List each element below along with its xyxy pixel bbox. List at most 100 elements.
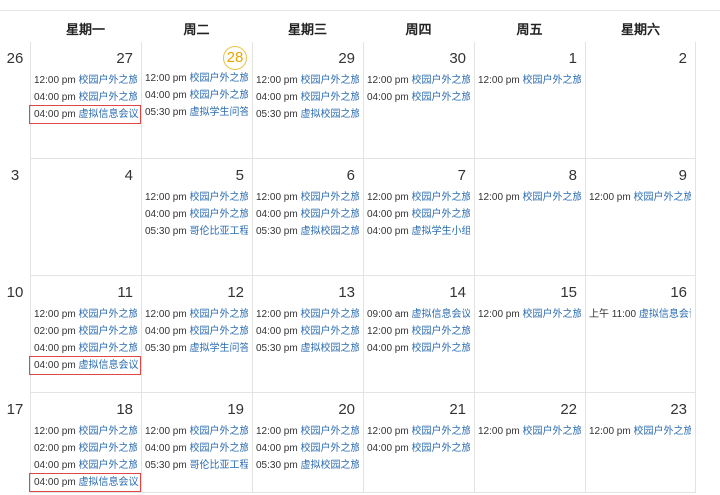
day-cell[interactable]: 7 12:00 pm 校园户外之旅 04:00 pm 校园户外之旅 04:00 pm … xyxy=(363,159,474,276)
calendar-event[interactable]: 12:00 pm 校园户外之旅 xyxy=(588,189,691,206)
date-number[interactable]: 8 xyxy=(477,167,581,189)
day-cell[interactable]: 29 12:00 pm 校园户外之旅 04:00 pm 校园户外之旅 05:30 pm… xyxy=(252,42,363,159)
calendar-event[interactable]: 12:00 pm 校园户外之旅 xyxy=(255,189,359,206)
date-number[interactable]: 5 xyxy=(144,167,248,189)
calendar-event[interactable]: 12:00 pm 校园户外之旅 xyxy=(588,423,691,440)
calendar-event[interactable]: 05:30 pm 虚拟校园之旅 xyxy=(255,457,359,474)
calendar-event[interactable]: 12:00 pm 校园户外之旅 xyxy=(477,189,581,206)
event-title-link[interactable]: 校园户外之旅 xyxy=(411,92,470,103)
calendar-event[interactable]: 05:30 pm 哥伦比亚工程虚 xyxy=(144,223,248,240)
calendar-event[interactable]: 04:00 pm 校园户外之旅 xyxy=(366,340,470,357)
event-title-link[interactable]: 校园户外之旅 xyxy=(189,209,248,220)
event-title-link[interactable]: 校园户外之旅 xyxy=(300,75,359,86)
event-title-link[interactable]: 校园户外之旅 xyxy=(522,75,581,86)
calendar-event[interactable]: 12:00 pm 校园户外之旅 xyxy=(477,306,581,323)
event-title-link[interactable]: 校园户外之旅 xyxy=(633,192,691,203)
day-cell[interactable]: 27 12:00 pm 校园户外之旅 04:00 pm 校园户外之旅 04:00 pm… xyxy=(29,42,141,159)
calendar-event[interactable]: 12:00 pm 校园户外之旅 xyxy=(33,72,137,89)
calendar-event[interactable]: 12:00 pm 校园户外之旅 xyxy=(255,306,359,323)
event-title-link[interactable]: 校园户外之旅 xyxy=(300,326,359,337)
day-cell[interactable]: 11 12:00 pm 校园户外之旅 02:00 pm 校园户外之旅 04:00 pm… xyxy=(29,276,141,393)
date-number[interactable]: 14 xyxy=(366,284,470,306)
event-title-link[interactable]: 虚拟学生问答聊 xyxy=(189,343,248,354)
event-title-link[interactable]: 校园户外之旅 xyxy=(411,443,470,454)
calendar-event[interactable]: 02:00 pm 校园户外之旅 xyxy=(33,440,137,457)
event-title-link[interactable]: 虚拟学生小组: xyxy=(411,226,470,237)
event-title-link[interactable]: 校园户外之旅 xyxy=(411,426,470,437)
calendar-event[interactable]: 12:00 pm 校园户外之旅 xyxy=(477,72,581,89)
date-number[interactable]: 30 xyxy=(366,50,470,72)
event-title-link[interactable]: 校园户外之旅 xyxy=(411,192,470,203)
calendar-event[interactable]: 04:00 pm 校园户外之旅 xyxy=(33,457,137,474)
event-title-link[interactable]: 校园户外之旅 xyxy=(189,443,248,454)
day-cell[interactable]: 28 12:00 pm 校园户外之旅 04:00 pm 校园户外之旅 05:30 pm… xyxy=(141,42,252,159)
event-title-link[interactable]: 虚拟校园之旅 xyxy=(300,460,359,471)
event-title-link[interactable]: 虚拟校园之旅 xyxy=(300,109,359,120)
event-title-link[interactable]: 虚拟信息会议 xyxy=(78,477,138,488)
date-number[interactable]: 29 xyxy=(255,50,359,72)
calendar-event[interactable]: 04:00 pm 校园户外之旅 xyxy=(255,89,359,106)
calendar-event[interactable]: 上午 11:00 虚拟信息会议 xyxy=(588,306,691,323)
event-title-link[interactable]: 虚拟信息会议 xyxy=(78,109,138,120)
date-number[interactable]: 9 xyxy=(588,167,691,189)
calendar-event[interactable]: 12:00 pm 校园户外之旅 xyxy=(366,72,470,89)
calendar-event[interactable]: 05:30 pm 虚拟学生问答聊 xyxy=(144,340,248,357)
calendar-event[interactable]: 05:30 pm 虚拟校园之旅 xyxy=(255,106,359,123)
today-date-number[interactable]: 28 xyxy=(223,46,247,70)
event-title-link[interactable]: 校园户外之旅 xyxy=(300,309,359,320)
calendar-event[interactable]: 02:00 pm 校园户外之旅 xyxy=(33,323,137,340)
calendar-event[interactable]: 04:00 pm 校园户外之旅 xyxy=(366,206,470,223)
calendar-event[interactable]: 05:30 pm 虚拟校园之旅 xyxy=(255,340,359,357)
event-title-link[interactable]: 校园户外之旅 xyxy=(189,309,248,320)
calendar-event[interactable]: 05:30 pm 哥伦比亚工程虚 xyxy=(144,457,248,474)
event-title-link[interactable]: 校园户外之旅 xyxy=(78,326,137,337)
highlighted-event[interactable]: 04:00 pm 虚拟信息会议 xyxy=(29,473,141,492)
event-title-link[interactable]: 校园户外之旅 xyxy=(300,92,359,103)
event-title-link[interactable]: 校园户外之旅 xyxy=(189,326,248,337)
calendar-event[interactable]: 04:00 pm 校园户外之旅 xyxy=(144,440,248,457)
calendar-event[interactable]: 12:00 pm 校园户外之旅 xyxy=(144,306,248,323)
calendar-event[interactable]: 04:00 pm 校园户外之旅 xyxy=(144,323,248,340)
day-cell[interactable]: 1 12:00 pm 校园户外之旅 xyxy=(474,42,585,159)
event-title-link[interactable]: 虚拟信息会议 xyxy=(639,309,691,320)
date-number[interactable]: 6 xyxy=(255,167,359,189)
calendar-event[interactable]: 12:00 pm 校园户外之旅 xyxy=(33,423,137,440)
event-title-link[interactable]: 校园户外之旅 xyxy=(522,426,581,437)
calendar-event[interactable]: 12:00 pm 校园户外之旅 xyxy=(33,306,137,323)
event-title-link[interactable]: 校园户外之旅 xyxy=(189,426,248,437)
day-cell[interactable]: 12 12:00 pm 校园户外之旅 04:00 pm 校园户外之旅 05:30 pm… xyxy=(141,276,252,393)
calendar-event[interactable]: 05:30 pm 虚拟学生问答聊 xyxy=(144,104,248,121)
day-cell[interactable]: 5 12:00 pm 校园户外之旅 04:00 pm 校园户外之旅 05:30 pm … xyxy=(141,159,252,276)
day-cell[interactable]: 21 12:00 pm 校园户外之旅 04:00 pm 校园户外之旅 xyxy=(363,393,474,493)
event-title-link[interactable]: 校园户外之旅 xyxy=(78,92,137,103)
date-number[interactable]: 23 xyxy=(588,401,691,423)
event-title-link[interactable]: 校园户外之旅 xyxy=(522,309,581,320)
event-title-link[interactable]: 校园户外之旅 xyxy=(300,209,359,220)
date-number[interactable]: 27 xyxy=(33,50,137,72)
calendar-event[interactable]: 04:00 pm 虚拟学生小组: xyxy=(366,223,470,240)
event-title-link[interactable]: 哥伦比亚工程虚 xyxy=(189,460,248,471)
event-title-link[interactable]: 哥伦比亚工程虚 xyxy=(189,226,248,237)
calendar-event[interactable]: 12:00 pm 校园户外之旅 xyxy=(144,70,248,87)
day-cell[interactable]: 13 12:00 pm 校园户外之旅 04:00 pm 校园户外之旅 05:30 pm… xyxy=(252,276,363,393)
calendar-event[interactable]: 04:00 pm 校园户外之旅 xyxy=(255,206,359,223)
highlighted-event[interactable]: 04:00 pm 虚拟信息会议 xyxy=(29,356,141,375)
calendar-event[interactable]: 04:00 pm 校园户外之旅 xyxy=(144,87,248,104)
date-number[interactable]: 13 xyxy=(255,284,359,306)
calendar-event[interactable]: 09:00 am 虚拟信息会议 xyxy=(366,306,470,323)
calendar-event[interactable]: 12:00 pm 校园户外之旅 xyxy=(255,72,359,89)
event-title-link[interactable]: 校园户外之旅 xyxy=(411,209,470,220)
calendar-event[interactable]: 04:00 pm 校园户外之旅 xyxy=(366,89,470,106)
date-number[interactable]: 4 xyxy=(33,167,137,189)
event-title-link[interactable]: 虚拟信息会议 xyxy=(78,360,138,371)
calendar-event[interactable]: 04:00 pm 校园户外之旅 xyxy=(255,323,359,340)
calendar-event[interactable]: 12:00 pm 校园户外之旅 xyxy=(477,423,581,440)
event-title-link[interactable]: 虚拟校园之旅 xyxy=(300,226,359,237)
calendar-event[interactable]: 04:00 pm 校园户外之旅 xyxy=(33,89,137,106)
event-title-link[interactable]: 校园户外之旅 xyxy=(411,326,470,337)
date-number[interactable]: 7 xyxy=(366,167,470,189)
day-cell[interactable]: 4 xyxy=(30,159,141,276)
event-title-link[interactable]: 校园户外之旅 xyxy=(300,426,359,437)
event-title-link[interactable]: 校园户外之旅 xyxy=(633,426,691,437)
day-cell[interactable]: 23 12:00 pm 校园户外之旅 xyxy=(585,393,696,493)
